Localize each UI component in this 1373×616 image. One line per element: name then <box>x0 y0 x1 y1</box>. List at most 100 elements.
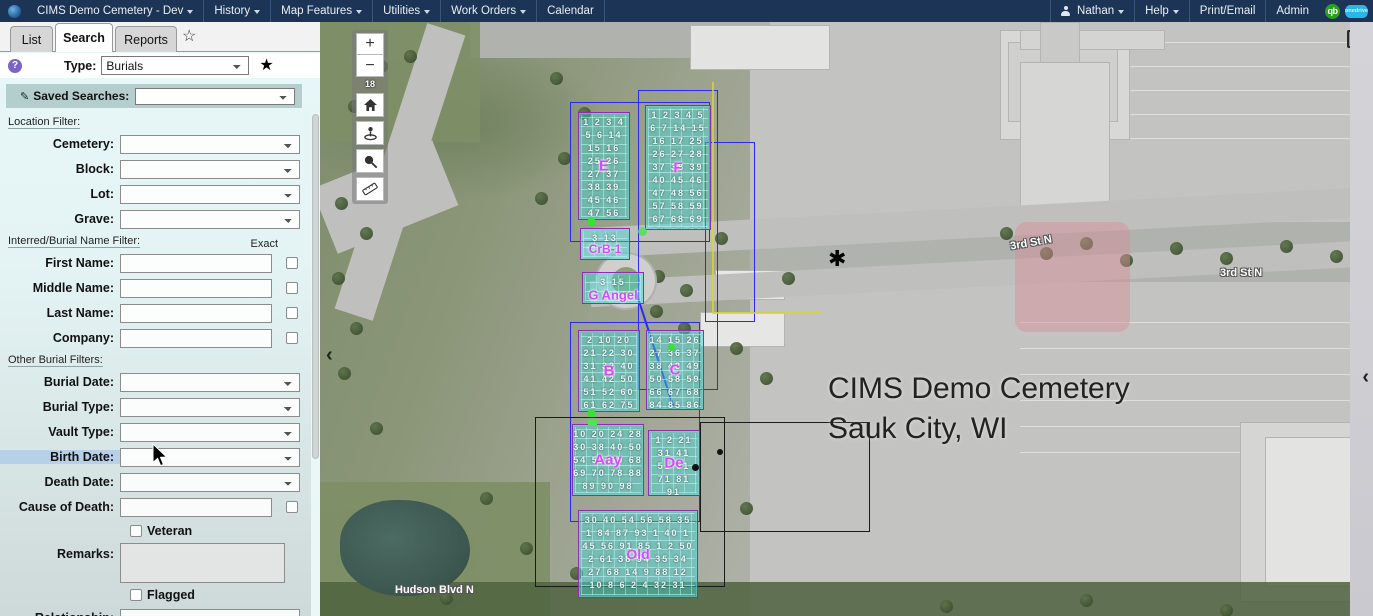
remarks-label: Remarks: <box>57 547 114 561</box>
nav-item-map-features[interactable]: Map Features <box>271 0 374 22</box>
field-row-company: Company: <box>0 326 311 350</box>
field-row-vault-type: Vault Type: <box>0 420 311 444</box>
cemetery-block-De[interactable]: 1 2 21 31 41 51 61 71 81 91 De <box>648 430 700 496</box>
zoom-in-button[interactable]: + <box>356 33 384 55</box>
field-row-burial-date: Burial Date: <box>0 370 311 394</box>
cemetery-block-CrB-1[interactable]: 3 13 CrB-1 <box>580 228 630 260</box>
cemetery-block-G-Angel[interactable]: 3 15 G Angel <box>582 272 644 304</box>
cemetery-label: Cemetery: <box>52 137 114 151</box>
nav-right-group: Nathan Help Print/Email Admin qb onedriv… <box>1050 0 1373 22</box>
quickbooks-icon[interactable]: qb <box>1325 3 1340 19</box>
cemetery-block-Aay[interactable]: 10 20 24 28 30 38 40 50 54 58 60 68 69 7… <box>572 424 644 496</box>
cemetery-select[interactable] <box>120 134 300 154</box>
block-label: E <box>598 157 609 175</box>
cemetery-map[interactable]: 1 2 3 4 5 6 14 15 16 25 26 27 37 38 39 4… <box>320 22 1373 616</box>
tab-label: List <box>21 32 42 47</box>
search-sidebar: List Search Reports ☆ ? Type: Burials ★ … <box>0 22 320 616</box>
tab-label: Search <box>63 31 105 45</box>
zoom-level-indicator: 18 <box>364 79 375 89</box>
cemetery-block-F[interactable]: 1 2 3 4 5 6 7 14 15 16 17 25 26 27 28 37… <box>645 105 711 230</box>
field-row-cause-of-death: Cause of Death: <box>0 495 311 519</box>
middle-name-input[interactable] <box>120 278 272 298</box>
death-date-select[interactable] <box>120 472 300 492</box>
home-icon[interactable] <box>356 93 384 117</box>
company-input[interactable] <box>120 328 272 348</box>
field-row-grave: Grave: <box>0 207 311 231</box>
cemetery-block-E[interactable]: 1 2 3 4 5 6 14 15 16 25 26 27 37 38 39 4… <box>578 112 630 220</box>
sidebar-scrollbar-thumb[interactable] <box>312 114 319 459</box>
birth-date-label: Birth Date: <box>0 450 120 464</box>
zoom-out-button[interactable]: − <box>356 55 384 77</box>
edit-pencil-icon[interactable]: ✎ <box>20 90 29 103</box>
cause-of-death-exact-checkbox[interactable] <box>286 501 298 513</box>
block-select[interactable] <box>120 159 300 179</box>
nav-label: Nathan <box>1077 5 1115 17</box>
middle-name-exact-checkbox[interactable] <box>286 282 298 294</box>
nav-item-admin[interactable]: Admin <box>1266 0 1319 22</box>
cemetery-block-Old[interactable]: 30 40 54 56 58 35 1 84 87 93 1 40 1 45 5… <box>578 510 698 598</box>
nav-item-help[interactable]: Help <box>1135 0 1190 22</box>
grave-select[interactable] <box>120 209 300 229</box>
measure-ruler-icon[interactable] <box>356 177 384 201</box>
last-name-exact-checkbox[interactable] <box>286 307 298 319</box>
top-navigation-bar: CIMS Demo Cemetery - Dev History Map Fea… <box>0 0 1373 22</box>
burial-type-select[interactable] <box>120 397 300 417</box>
nav-label: Help <box>1145 5 1169 17</box>
field-row-cemetery: Cemetery: <box>0 132 311 156</box>
nav-item-history[interactable]: History <box>204 0 272 22</box>
location-pin-icon[interactable] <box>356 121 384 145</box>
vault-type-label: Vault Type: <box>48 425 114 439</box>
tab-reports[interactable]: Reports <box>115 26 177 52</box>
nav-item-print-email[interactable]: Print/Email <box>1190 0 1267 22</box>
nav-item-user-nathan[interactable]: Nathan <box>1050 0 1136 22</box>
map-title-line2: Sauk City, WI <box>828 412 1008 445</box>
field-row-block: Block: <box>0 157 311 181</box>
sidebar-tab-strip: List Search Reports ☆ <box>0 22 320 52</box>
cause-of-death-input[interactable] <box>120 497 272 517</box>
onedrive-icon[interactable]: onedrive <box>1345 4 1368 18</box>
nav-item-calendar[interactable]: Calendar <box>537 0 605 22</box>
name-filter-header: Interred/Burial Name Filter: Exact <box>0 231 311 250</box>
globe-icon <box>8 4 21 18</box>
cemetery-block-B[interactable]: 2 10 20 21 22 30 31 32 40 41 42 50 51 52… <box>578 330 640 412</box>
nav-item-cims-demo-cemetery[interactable]: CIMS Demo Cemetery - Dev <box>27 0 205 22</box>
home-glyph <box>363 99 377 111</box>
nav-item-work-orders[interactable]: Work Orders <box>441 0 538 22</box>
collapse-right-panel-chevron-icon[interactable]: ‹ <box>1362 367 1369 387</box>
nav-label: History <box>214 5 251 17</box>
tab-list[interactable]: List <box>10 26 53 52</box>
ruler-glyph <box>362 182 378 196</box>
remarks-row: Remarks: <box>0 543 311 583</box>
other-burial-filters-title: Other Burial Filters: <box>8 354 103 367</box>
help-icon[interactable]: ? <box>8 58 22 73</box>
relationship-select[interactable] <box>120 608 300 616</box>
company-exact-checkbox[interactable] <box>286 332 298 344</box>
last-name-input[interactable] <box>120 303 272 323</box>
location-filter-section: Location Filter: Cemetery: Block: Lot: G… <box>0 112 311 231</box>
saved-searches-select[interactable] <box>135 87 296 105</box>
vault-type-select[interactable] <box>120 422 300 442</box>
saved-searches-label: Saved Searches: <box>33 89 130 103</box>
aerial-imagery: 1 2 3 4 5 6 14 15 16 25 26 27 37 38 39 4… <box>320 22 1373 616</box>
tab-search[interactable]: Search <box>55 23 113 52</box>
nav-item-utilities[interactable]: Utilities <box>373 0 442 22</box>
first-name-input[interactable] <box>120 253 272 273</box>
search-type-select[interactable]: Burials <box>101 56 250 75</box>
lot-select[interactable] <box>120 184 300 204</box>
star-marker-icon: ✱ <box>828 246 847 271</box>
remarks-textarea[interactable] <box>120 543 285 583</box>
right-side-panel: ‹ <box>1350 22 1373 616</box>
favorite-star-filled-icon[interactable]: ★ <box>259 57 273 74</box>
veteran-checkbox[interactable] <box>130 525 142 537</box>
collapse-left-panel-chevron-icon[interactable]: ‹ <box>326 345 333 365</box>
sidebar-scrollbar-track[interactable] <box>311 112 320 616</box>
nav-label: Map Features <box>281 5 353 17</box>
first-name-exact-checkbox[interactable] <box>286 257 298 269</box>
flagged-checkbox[interactable] <box>130 589 142 601</box>
search-zoom-icon[interactable] <box>356 149 384 173</box>
birth-date-select[interactable] <box>120 447 300 467</box>
favorite-star-outline-icon[interactable]: ☆ <box>182 29 196 45</box>
burial-date-select[interactable] <box>120 372 300 392</box>
cemetery-block-C[interactable]: 14 15 26 27 36 37 38 48 49 50 58 59 66 6… <box>646 330 704 410</box>
chevron-down-icon <box>187 10 194 14</box>
